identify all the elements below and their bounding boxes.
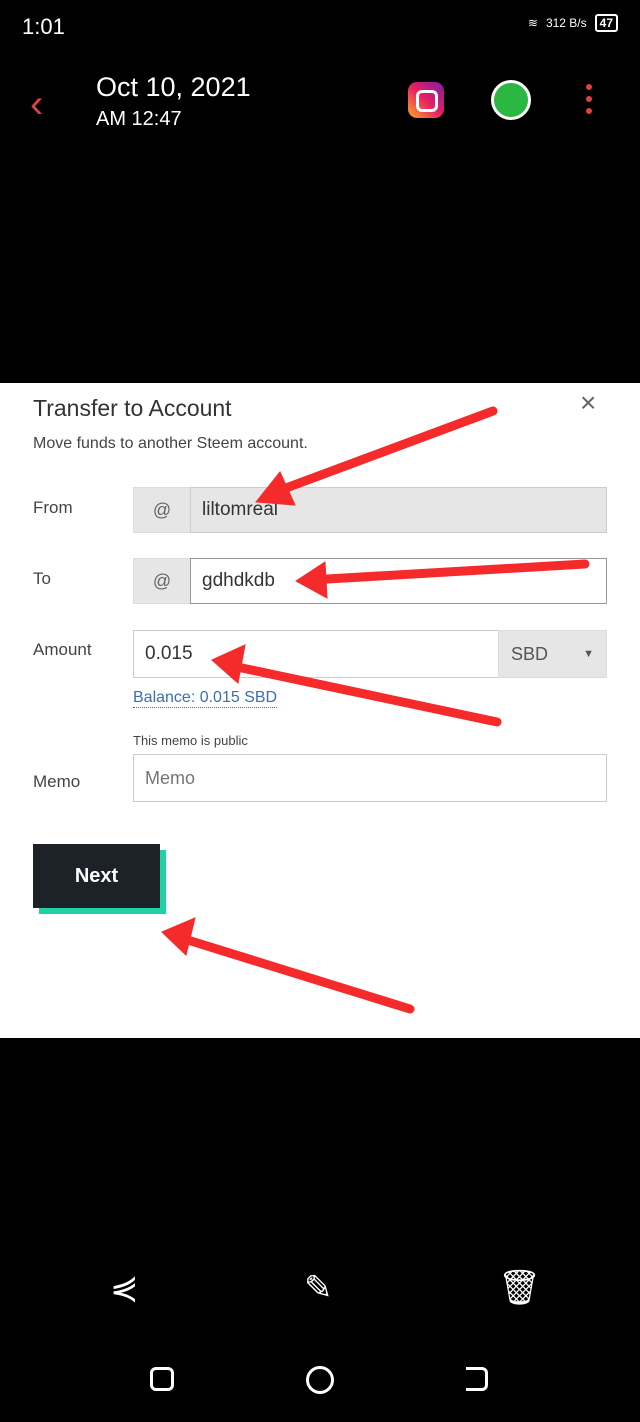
arrow-from [265,406,498,499]
back-nav-icon[interactable] [466,1367,488,1391]
arrow-to-head [295,561,328,599]
home-icon[interactable] [306,1366,334,1394]
share-icon[interactable]: ⋞ [110,1268,139,1308]
arrow-next-head [161,917,196,956]
annotation-arrows [161,406,590,1014]
arrow-amount [223,660,502,727]
arrow-to [305,559,590,585]
arrow-next [173,932,415,1014]
edit-icon[interactable]: ✎ [304,1268,333,1308]
recents-icon[interactable] [150,1367,174,1391]
arrow-amount-head [211,644,246,684]
delete-icon[interactable]: 🗑 [498,1268,541,1308]
